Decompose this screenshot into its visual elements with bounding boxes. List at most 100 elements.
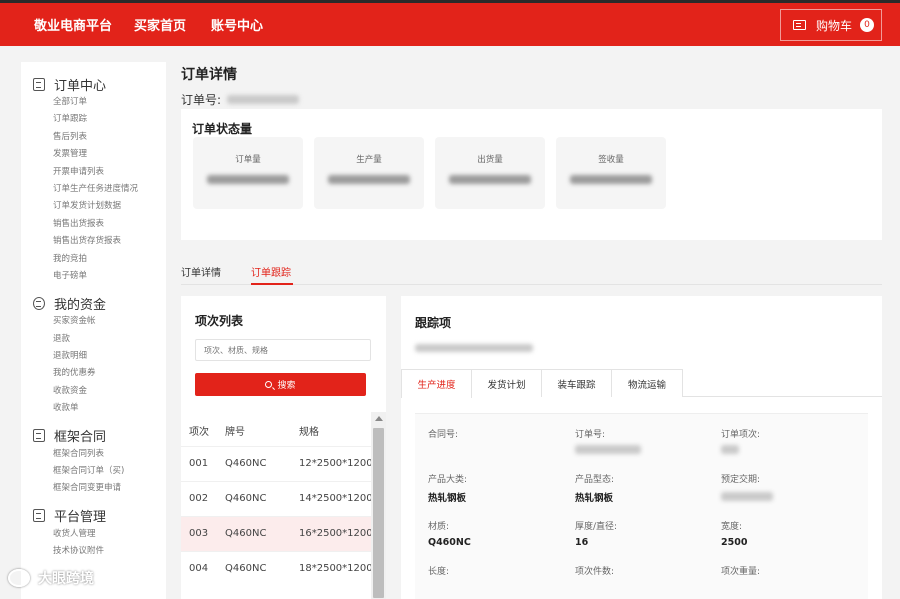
- order-icon: [33, 77, 45, 91]
- sidebar-item[interactable]: 买家资金帐: [53, 313, 166, 330]
- field-item-weight-label: 项次重量:: [721, 567, 761, 577]
- tracking-title: 跟踪项: [415, 316, 452, 330]
- sidebar-group-label: 框架合同: [54, 430, 107, 446]
- sidebar-group-label: 平台管理: [54, 510, 107, 526]
- stat-production-qty: 生产量: [314, 137, 424, 209]
- sidebar-item[interactable]: 销售出货报表: [53, 216, 166, 233]
- sidebar-item[interactable]: 收货人管理: [53, 526, 166, 543]
- cell-item-no: 004: [189, 563, 209, 574]
- sidebar-group-title[interactable]: 订单中心: [33, 74, 166, 94]
- cart-icon: [793, 20, 806, 30]
- sidebar-item[interactable]: 订单生产任务进度情况: [53, 181, 166, 198]
- order-number-redacted: [227, 95, 300, 104]
- watermark-text: 大眼跨境: [38, 571, 94, 587]
- table-row[interactable]: 001 Q460NC 12*2500*12000: [181, 446, 379, 481]
- contract-icon: [33, 429, 45, 443]
- sidebar-group-title[interactable]: 框架合同: [33, 426, 166, 446]
- field-category-value: 热轧钢板: [428, 493, 467, 504]
- nav-account-center[interactable]: 账号中心: [211, 15, 263, 34]
- subtab-logistics[interactable]: 物流运输: [611, 369, 683, 397]
- field-width-label: 宽度:: [721, 522, 743, 532]
- sidebar-item[interactable]: 全部订单: [53, 94, 166, 111]
- cell-item-no: 003: [189, 528, 209, 539]
- sidebar-group-platform: 平台管理 收货人管理 技术协议附件: [33, 506, 166, 561]
- sidebar-item[interactable]: 开票申请列表: [53, 164, 166, 181]
- stat-received-qty: 签收量: [556, 137, 666, 209]
- field-delivery-date-label: 预定交期:: [721, 475, 761, 485]
- stat-value-redacted: [449, 175, 531, 184]
- sidebar-item[interactable]: 我的竞拍: [53, 251, 166, 268]
- subtab-production-progress[interactable]: 生产进度: [401, 369, 472, 398]
- stat-shipped-qty: 出货量: [435, 137, 545, 209]
- sidebar-item[interactable]: 框架合同列表: [53, 446, 166, 463]
- field-contract-no-label: 合同号:: [428, 430, 459, 440]
- tab-order-detail[interactable]: 订单详情: [181, 264, 221, 279]
- field-thickness-label: 厚度/直径:: [575, 522, 618, 532]
- scroll-up-arrow-icon[interactable]: [375, 416, 383, 421]
- subtab-shipping-plan[interactable]: 发货计划: [471, 369, 542, 397]
- stat-label: 生产量: [356, 155, 382, 165]
- sidebar-group-label: 我的资金: [54, 297, 107, 313]
- field-order-item-label: 订单项次:: [721, 430, 761, 440]
- sidebar-item[interactable]: 退款: [53, 331, 166, 348]
- table-row[interactable]: 004 Q460NC 18*2500*12000: [181, 551, 379, 586]
- sidebar-item[interactable]: 退款明细: [53, 348, 166, 365]
- search-button[interactable]: 搜索: [195, 373, 366, 396]
- nav-platform-home[interactable]: 敬业电商平台: [34, 15, 112, 34]
- sidebar-item[interactable]: 订单跟踪: [53, 111, 166, 128]
- column-header: 项次: [189, 427, 209, 438]
- table-row[interactable]: 002 Q460NC 14*2500*12000: [181, 481, 379, 516]
- sidebar-item[interactable]: 销售出货存货报表: [53, 233, 166, 250]
- field-order-item-redacted: [721, 445, 739, 454]
- sidebar-item[interactable]: 收款单: [53, 400, 166, 417]
- sidebar-item[interactable]: 电子磅单: [53, 268, 166, 285]
- sidebar-item[interactable]: 订单发货计划数据: [53, 198, 166, 215]
- subtab-loading-tracking[interactable]: 装车跟踪: [541, 369, 612, 397]
- sidebar-item[interactable]: 收款资金: [53, 383, 166, 400]
- cell-spec: 18*2500*12000: [299, 563, 379, 574]
- item-list-panel: 项次列表 搜索 项次 牌号 规格 001 Q460NC 12*2500*1200…: [181, 296, 386, 599]
- cell-grade: Q460NC: [225, 458, 267, 469]
- cell-grade: Q460NC: [225, 528, 267, 539]
- sidebar-item[interactable]: 框架合同订单（买): [53, 463, 166, 480]
- sidebar-group-funds: 我的资金 买家资金帐 退款 退款明细 我的优惠券 收款资金 收款单: [33, 293, 166, 417]
- tab-order-tracking[interactable]: 订单跟踪: [251, 264, 291, 279]
- cart-label: 购物车: [816, 18, 853, 33]
- tracking-subtabs: 生产进度 发货计划 装车跟踪 物流运输: [401, 369, 882, 398]
- nav-buyer-home[interactable]: 买家首页: [134, 15, 186, 34]
- cell-grade: Q460NC: [225, 563, 267, 574]
- field-order-no-label: 订单号:: [575, 430, 606, 440]
- search-input[interactable]: [195, 339, 371, 361]
- sidebar-item[interactable]: 框架合同变更申请: [53, 480, 166, 497]
- field-thickness-value: 16: [575, 537, 589, 548]
- scrollbar[interactable]: [371, 412, 386, 599]
- cell-spec: 16*2500*12000: [299, 528, 379, 539]
- search-icon: [265, 381, 273, 388]
- field-length-label: 长度:: [428, 567, 450, 577]
- stat-value-redacted: [570, 175, 652, 184]
- sidebar-item[interactable]: 我的优惠券: [53, 365, 166, 382]
- stat-label: 签收量: [598, 155, 624, 165]
- watermark-logo-icon: [8, 569, 30, 587]
- field-form-value: 热轧钢板: [575, 493, 614, 504]
- field-width-value: 2500: [721, 537, 748, 548]
- detail-tabs: 订单详情 订单跟踪: [181, 255, 882, 285]
- order-number-label: 订单号:: [181, 93, 222, 107]
- column-header: 规格: [299, 427, 319, 438]
- field-form-label: 产品型态:: [575, 475, 615, 485]
- sidebar-item[interactable]: 技术协议附件: [53, 543, 166, 560]
- sidebar-group-title[interactable]: 平台管理: [33, 506, 166, 526]
- sidebar-group-title[interactable]: 我的资金: [33, 293, 166, 313]
- sidebar-group-orders: 订单中心 全部订单 订单跟踪 售后列表 发票管理 开票申请列表 订单生产任务进度…: [33, 74, 166, 285]
- order-number: 订单号:: [181, 91, 300, 108]
- cart-button[interactable]: 购物车 0: [780, 9, 882, 41]
- sidebar-item[interactable]: 发票管理: [53, 146, 166, 163]
- status-title: 订单状态量: [192, 122, 253, 136]
- order-status-card: 订单状态量 订单量 生产量 出货量 签收量: [181, 109, 882, 240]
- scrollbar-thumb[interactable]: [373, 428, 384, 598]
- tracking-panel: 跟踪项 生产进度 发货计划 装车跟踪 物流运输 合同号: 订单号: 订单项次: …: [401, 296, 882, 599]
- field-material-value: Q460NC: [428, 537, 471, 548]
- cell-item-no: 002: [189, 493, 209, 504]
- table-row-selected[interactable]: 003 Q460NC 16*2500*12000: [181, 516, 379, 551]
- sidebar-item[interactable]: 售后列表: [53, 129, 166, 146]
